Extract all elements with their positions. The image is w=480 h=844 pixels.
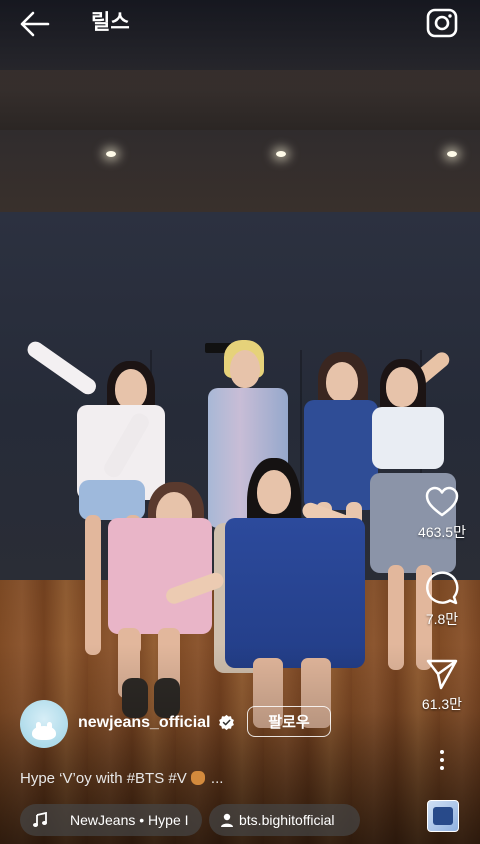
caption-text: Hype ‘V’oy with #BTS #V xyxy=(20,770,187,787)
follow-button[interactable]: 팔로우 xyxy=(247,706,331,737)
reels-header: 릴스 xyxy=(0,0,480,50)
tagged-account-label: bts.bighitofficial xyxy=(239,812,335,828)
camera-button[interactable] xyxy=(425,6,459,40)
bear-icon xyxy=(190,771,205,785)
ceiling-light xyxy=(276,151,286,157)
more-options-button[interactable] xyxy=(432,748,452,772)
page-title: 릴스 xyxy=(91,11,130,34)
ceiling-light xyxy=(447,151,457,157)
author-row: newjeans_official 팔로우 xyxy=(20,698,420,748)
send-icon xyxy=(426,659,458,690)
camera-icon xyxy=(426,8,458,38)
tagged-account-chip[interactable]: bts.bighitofficial xyxy=(209,804,360,836)
share-action[interactable]: 61.3만 xyxy=(414,658,470,714)
share-count: 61.3만 xyxy=(421,696,463,712)
audio-thumbnail[interactable] xyxy=(427,800,459,832)
comment-icon xyxy=(426,571,459,605)
like-action[interactable]: 463.5만 xyxy=(414,486,470,542)
heart-icon xyxy=(425,486,459,517)
arrow-left-icon xyxy=(20,11,50,37)
caption-more[interactable]: ... xyxy=(211,770,224,787)
like-count: 463.5만 xyxy=(418,524,466,540)
ceiling-light xyxy=(106,151,116,157)
username[interactable]: newjeans_official xyxy=(78,714,211,732)
audio-chip[interactable]: NewJeans • Hype I xyxy=(20,804,202,836)
comment-action[interactable]: 7.8만 xyxy=(414,571,470,629)
avatar[interactable] xyxy=(20,700,68,748)
music-note-icon xyxy=(33,812,47,827)
audio-label: NewJeans • Hype I xyxy=(70,812,189,828)
caption[interactable]: Hype ‘V’oy with #BTS #V ... xyxy=(20,770,223,787)
verified-badge-icon xyxy=(219,714,234,731)
back-button[interactable] xyxy=(18,9,52,39)
person-icon xyxy=(221,813,233,827)
comment-count: 7.8만 xyxy=(425,611,459,627)
